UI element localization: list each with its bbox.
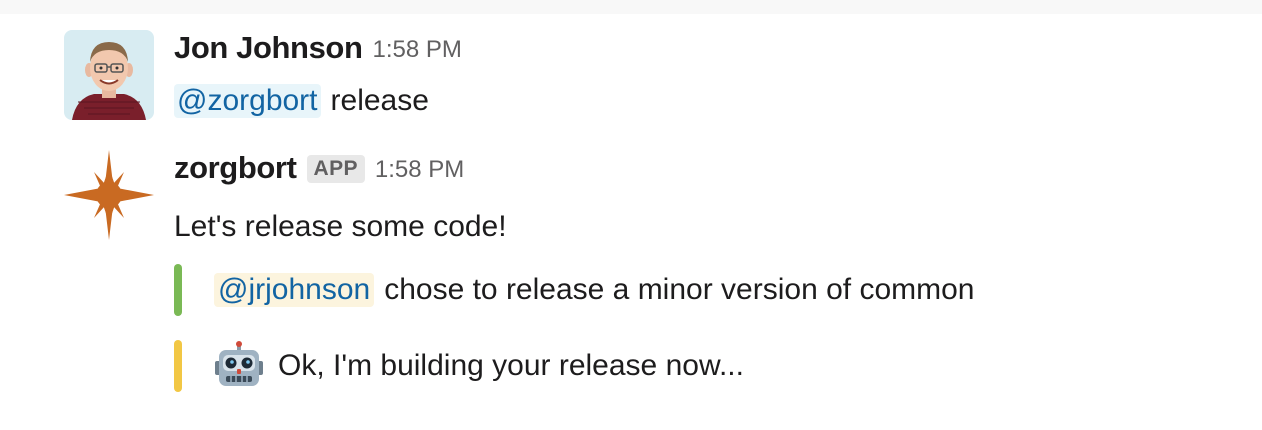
user-mention[interactable]: @zorgbort (174, 84, 321, 118)
attachment-color-bar (174, 340, 182, 392)
avatar-jon-johnson[interactable] (64, 30, 154, 120)
attachment-build-status: Ok, I'm building your release now... (174, 340, 1174, 392)
sender-name[interactable]: zorgbort (174, 150, 297, 186)
message-body: Let's release some code! (174, 202, 507, 252)
starburst-avatar-icon[interactable] (64, 150, 154, 240)
message-text: Let's release some code! (174, 210, 507, 243)
message-header: Jon Johnson 1:58 PM (174, 26, 462, 70)
message-text: release (330, 84, 429, 117)
message-zorgbort: zorgbort APP 1:58 PM Let's release some … (0, 146, 1262, 416)
timestamp[interactable]: 1:58 PM (373, 36, 462, 64)
message-body: @zorgbort release (174, 76, 429, 126)
attachment-color-bar (174, 264, 182, 316)
user-mention[interactable]: @jrjohnson (214, 273, 375, 307)
message-header: zorgbort APP 1:58 PM (174, 146, 464, 190)
attachment-text: Ok, I'm building your release now... (278, 349, 744, 382)
robot-face-icon (214, 341, 264, 391)
timestamp[interactable]: 1:58 PM (375, 156, 464, 184)
message-jon-johnson: Jon Johnson 1:58 PM @zorgbort release (0, 26, 1262, 130)
attachment-text: chose to release a minor version of comm… (384, 273, 975, 306)
sender-name[interactable]: Jon Johnson (174, 30, 363, 66)
top-divider-strip (0, 0, 1262, 14)
app-badge: APP (306, 155, 365, 183)
attachment-release-choice: @jrjohnson chose to release a minor vers… (174, 264, 1174, 316)
